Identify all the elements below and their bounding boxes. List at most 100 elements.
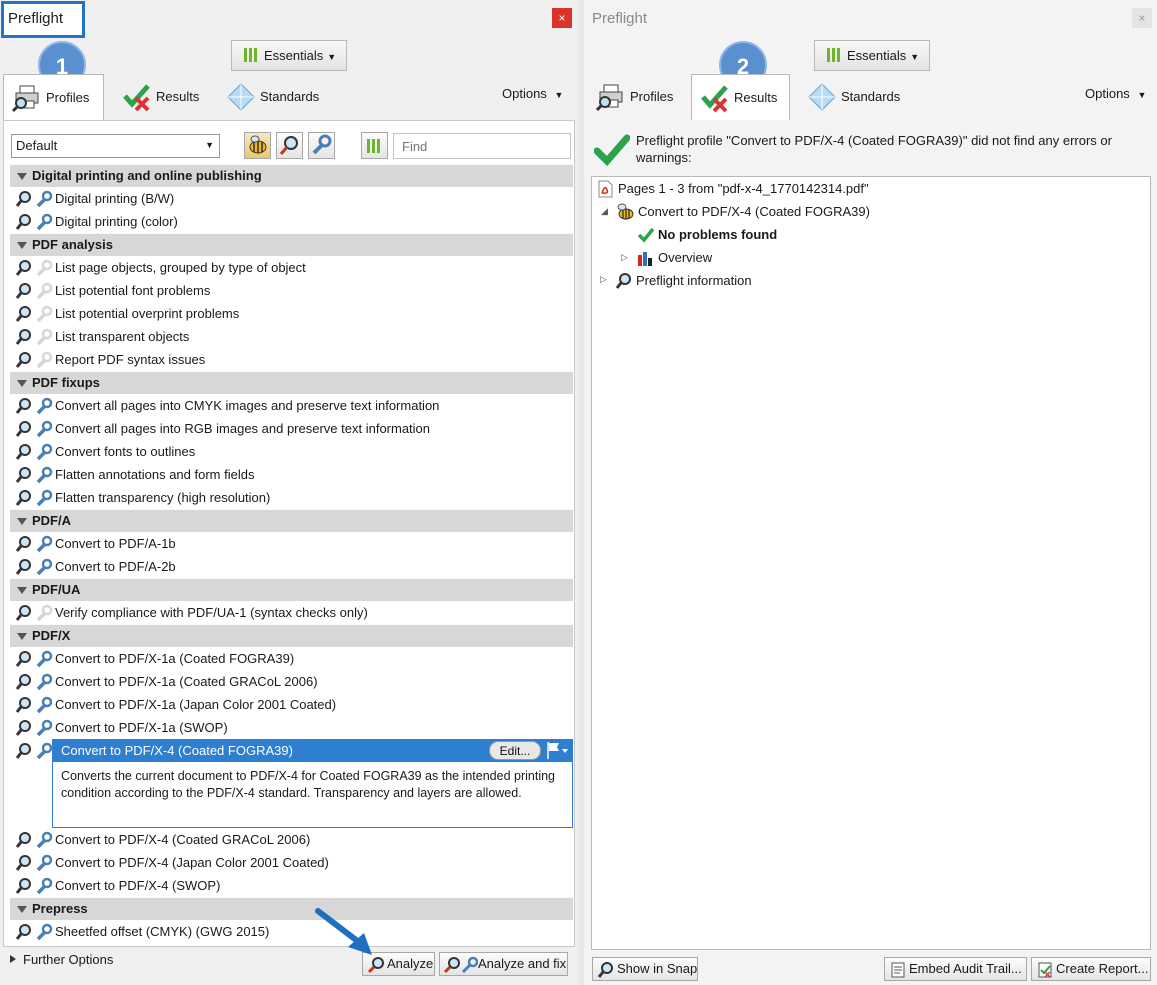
profile-label: Verify compliance with PDF/UA-1 (syntax … bbox=[55, 605, 368, 620]
diamond-icon bbox=[227, 83, 255, 111]
check-cross-icon bbox=[701, 85, 728, 113]
essentials-button[interactable]: Essentials ▼ bbox=[231, 40, 347, 71]
bar-chart-icon bbox=[827, 48, 841, 62]
profile-row[interactable]: Convert to PDF/X-1a (Coated GRACoL 2006) bbox=[10, 670, 573, 693]
wrench-icon bbox=[36, 673, 53, 691]
magnifier-icon bbox=[15, 924, 31, 940]
options-menu[interactable]: Options ▼ bbox=[502, 86, 563, 101]
profile-row[interactable]: Sheetfed offset (CMYK) (GWG 2015) bbox=[10, 920, 573, 943]
magnifier-icon bbox=[15, 214, 31, 230]
panel-title: Preflight bbox=[8, 10, 64, 27]
tab-profiles[interactable]: Profiles bbox=[588, 74, 688, 120]
profile-label: Convert all pages into RGB images and pr… bbox=[55, 421, 431, 436]
magnifier-icon bbox=[15, 329, 31, 345]
profile-section-header[interactable]: PDF/A bbox=[10, 509, 573, 532]
profile-row[interactable]: Convert to PDF/X-4 (SWOP) bbox=[10, 874, 573, 897]
close-button[interactable]: × bbox=[1132, 8, 1152, 28]
tree-node-overview[interactable]: Overview bbox=[636, 247, 712, 269]
analyze-and-fix-button[interactable]: Analyze and fix bbox=[439, 952, 568, 976]
profile-section-header[interactable]: PDF/X bbox=[10, 624, 573, 647]
profile-label: Convert fonts to outlines bbox=[55, 444, 196, 459]
tab-profiles[interactable]: Profiles bbox=[3, 74, 104, 120]
expand-triangle-icon[interactable]: ▷ bbox=[621, 252, 628, 263]
close-button[interactable]: × bbox=[552, 8, 572, 28]
show-in-snap-button[interactable]: Show in Snap bbox=[592, 957, 698, 981]
wrench-icon bbox=[312, 134, 332, 155]
profile-row[interactable]: Report PDF syntax issues bbox=[10, 348, 573, 371]
expand-triangle-icon[interactable]: ▷ bbox=[600, 274, 607, 285]
arrow-annotation-icon bbox=[315, 908, 372, 955]
magnifier-icon bbox=[15, 260, 31, 276]
tab-results[interactable]: Results bbox=[114, 74, 214, 120]
profile-row[interactable]: List page objects, grouped by type of ob… bbox=[10, 256, 573, 279]
tab-standards[interactable]: Standards bbox=[799, 74, 909, 120]
profile-row[interactable]: Flatten transparency (high resolution) bbox=[10, 486, 573, 509]
profile-row[interactable]: Convert all pages into RGB images and pr… bbox=[10, 417, 573, 440]
profile-section-header[interactable]: Digital printing and online publishing bbox=[10, 164, 573, 187]
wrench-icon bbox=[36, 397, 53, 415]
report-icon bbox=[1038, 962, 1052, 978]
profile-row[interactable]: Digital printing (color) bbox=[10, 210, 573, 233]
profile-row-selected[interactable]: Convert to PDF/X-4 (Coated FOGRA39) Edit.… bbox=[10, 739, 573, 762]
fixups-filter-button[interactable] bbox=[308, 132, 335, 159]
tab-standards[interactable]: Standards bbox=[218, 74, 328, 120]
edit-profile-button[interactable]: Edit... bbox=[489, 741, 541, 760]
options-menu[interactable]: Options ▼ bbox=[1085, 86, 1146, 101]
profile-label: Report PDF syntax issues bbox=[55, 352, 206, 367]
profile-section-header[interactable]: PDF/UA bbox=[10, 578, 573, 601]
wrench-icon bbox=[36, 719, 53, 737]
essentials-button[interactable]: Essentials ▼ bbox=[814, 40, 930, 71]
bee-filter-button[interactable] bbox=[244, 132, 271, 159]
profile-row[interactable]: Digital printing (B/W) bbox=[10, 187, 573, 210]
profile-row[interactable]: Convert to PDF/A-1b bbox=[10, 532, 573, 555]
profile-row[interactable]: Verify compliance with PDF/UA-1 (syntax … bbox=[10, 601, 573, 624]
flag-menu-button[interactable] bbox=[544, 740, 570, 761]
profile-group-select[interactable]: Default ▼ bbox=[11, 134, 220, 158]
profile-label: Flatten annotations and form fields bbox=[55, 467, 255, 482]
profile-row[interactable]: Convert to PDF/X-1a (SWOP) bbox=[10, 716, 573, 739]
profile-row[interactable]: List potential overprint problems bbox=[10, 302, 573, 325]
embed-audit-trail-button[interactable]: Embed Audit Trail... bbox=[884, 957, 1027, 981]
further-options-toggle[interactable]: Further Options bbox=[10, 952, 113, 967]
tree-node-no-problems[interactable]: No problems found bbox=[636, 224, 777, 246]
tree-node-document[interactable]: Pages 1 - 3 from "pdf-x-4_1770142314.pdf… bbox=[594, 178, 869, 200]
profile-row[interactable]: Convert to PDF/X-1a (Coated FOGRA39) bbox=[10, 647, 573, 670]
show-in-snap-label: Show in Snap bbox=[617, 961, 698, 976]
tab-label: Standards bbox=[260, 89, 320, 104]
title-bar: Preflight × bbox=[0, 0, 578, 38]
tree-node-profile[interactable]: Convert to PDF/X-4 (Coated FOGRA39) bbox=[614, 201, 870, 223]
profile-section-header[interactable]: PDF fixups bbox=[10, 371, 573, 394]
profile-row[interactable]: Convert all pages into CMYK images and p… bbox=[10, 394, 573, 417]
checks-filter-button[interactable] bbox=[276, 132, 303, 159]
profile-row[interactable]: Convert to PDF/X-4 (Japan Color 2001 Coa… bbox=[10, 851, 573, 874]
chevron-down-icon: ▼ bbox=[1137, 90, 1147, 100]
chevron-down-icon: ▼ bbox=[327, 52, 337, 62]
selected-profile-bar[interactable]: Convert to PDF/X-4 (Coated FOGRA39) Edit.… bbox=[52, 739, 573, 762]
profile-row[interactable]: Flatten annotations and form fields bbox=[10, 463, 573, 486]
profile-row[interactable]: Convert to PDF/X-1a (Japan Color 2001 Co… bbox=[10, 693, 573, 716]
essentials-filter-button[interactable] bbox=[361, 132, 388, 159]
magnifier-wrench-icon bbox=[444, 956, 478, 974]
profile-section-header[interactable]: Prepress bbox=[10, 897, 573, 920]
pdf-file-icon bbox=[598, 180, 613, 198]
tab-results[interactable]: Results bbox=[691, 74, 790, 120]
profile-label: Convert to PDF/X-4 (Coated FOGRA39) bbox=[61, 743, 293, 758]
profile-row[interactable]: List transparent objects bbox=[10, 325, 573, 348]
tree-node-preflight-info[interactable]: Preflight information bbox=[614, 270, 752, 292]
profile-row[interactable]: Convert fonts to outlines bbox=[10, 440, 573, 463]
wrench-icon bbox=[36, 854, 53, 872]
check-icon bbox=[637, 227, 655, 243]
overview-chart-icon bbox=[638, 252, 652, 266]
profile-row[interactable]: Convert to PDF/A-2b bbox=[10, 555, 573, 578]
wrench-icon bbox=[36, 420, 53, 438]
magnifier-icon bbox=[15, 743, 31, 759]
profile-row[interactable]: List potential font problems bbox=[10, 279, 573, 302]
find-input[interactable] bbox=[393, 133, 571, 159]
magnifier-icon bbox=[15, 398, 31, 414]
profile-label: Convert all pages into CMYK images and p… bbox=[55, 398, 440, 413]
collapse-triangle-icon[interactable]: ◢ bbox=[601, 206, 608, 217]
wrench-icon bbox=[36, 650, 53, 668]
profile-section-header[interactable]: PDF analysis bbox=[10, 233, 573, 256]
create-report-button[interactable]: Create Report... bbox=[1031, 957, 1151, 981]
profile-row[interactable]: Convert to PDF/X-4 (Coated GRACoL 2006) bbox=[10, 828, 573, 851]
